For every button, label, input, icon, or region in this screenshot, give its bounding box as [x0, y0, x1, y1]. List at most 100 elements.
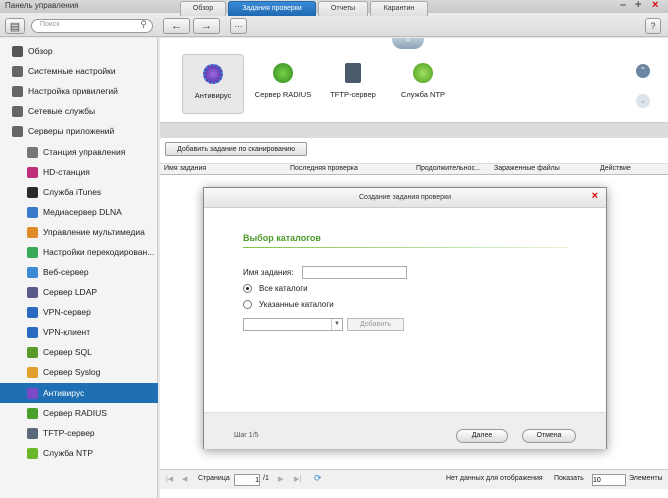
radio-specified-folders[interactable]: [243, 300, 252, 309]
sidebar-item[interactable]: Антивирус: [0, 383, 158, 403]
column-header[interactable]: Действие: [600, 165, 631, 172]
radio-specified-folders-label[interactable]: Указанные каталоги: [259, 300, 334, 309]
apps-grid-button[interactable]: ⋯: [230, 18, 247, 34]
sidebar-item-label: Служба iTunes: [43, 187, 102, 197]
sidebar-item-label: Сервер LDAP: [43, 287, 98, 297]
app-radius[interactable]: Сервер RADIUS: [252, 54, 314, 114]
last-page-icon[interactable]: ▶|: [294, 475, 301, 483]
section-title: Выбор каталогов: [243, 233, 321, 243]
sidebar-item[interactable]: Сервер LDAP: [0, 282, 158, 302]
page-label: Страница: [198, 475, 230, 482]
multimedia-icon: [27, 226, 38, 238]
antivirus-icon: [203, 64, 223, 84]
show-label: Показать: [554, 475, 584, 482]
page-total: /1: [263, 475, 269, 482]
sidebar-item-label: VPN-клиент: [43, 327, 91, 337]
cancel-button[interactable]: Отмена: [522, 429, 576, 443]
sql-icon: [27, 346, 38, 358]
search-placeholder: Поиск: [40, 21, 60, 28]
close-icon[interactable]: ×: [652, 0, 658, 11]
folder-select[interactable]: ▼: [243, 318, 343, 331]
sidebar-item-label: Обзор: [28, 46, 53, 56]
sidebar-item[interactable]: Обзор: [0, 41, 158, 61]
sidebar-item[interactable]: TFTP-сервер: [0, 423, 158, 443]
sidebar-item[interactable]: Настройки перекодирован...: [0, 242, 158, 262]
apps-scroll-down-button[interactable]: ⌄: [636, 94, 650, 108]
radio-all-folders[interactable]: [243, 284, 252, 293]
page-number-input[interactable]: [234, 474, 260, 486]
app-tftp[interactable]: TFTP-сервер: [322, 54, 384, 114]
app-antivirus[interactable]: Антивирус: [182, 54, 244, 114]
sidebar-item[interactable]: Станция управления: [0, 142, 158, 162]
chevron-down-icon: ⌄: [639, 96, 647, 105]
add-scan-job-button[interactable]: Добавить задание по сканированию: [165, 142, 307, 156]
sidebar-item[interactable]: Управление мультимедиа: [0, 222, 158, 242]
sidebar-item[interactable]: VPN-сервер: [0, 302, 158, 322]
sidebar-item[interactable]: Веб-сервер: [0, 262, 158, 282]
sidebar-item[interactable]: Сервер SQL: [0, 342, 158, 362]
column-header[interactable]: Имя задания: [164, 165, 206, 172]
tab-scan-jobs[interactable]: Задания проверки: [228, 1, 316, 16]
sidebar-item-label: Серверы приложений: [28, 126, 115, 136]
next-button[interactable]: Далее: [456, 429, 508, 443]
sidebar-item-label: Сервер SQL: [43, 347, 92, 357]
tab-quarantine[interactable]: Карантин: [370, 1, 428, 16]
menu-button[interactable]: ▤: [5, 18, 25, 34]
back-button[interactable]: ←: [163, 18, 190, 34]
sidebar-item-label: HD-станция: [43, 167, 90, 177]
sidebar-item[interactable]: Серверы приложений: [0, 121, 158, 141]
sidebar-item[interactable]: Сервер Syslog: [0, 362, 158, 382]
search-input[interactable]: Поиск ⚲: [31, 19, 153, 33]
sidebar-item-label: Системные настройки: [28, 66, 116, 76]
column-header[interactable]: Продолжительнос...: [416, 165, 481, 172]
sidebar-item[interactable]: Служба iTunes: [0, 182, 158, 202]
maximize-icon[interactable]: +: [635, 0, 641, 11]
app-ntp[interactable]: Служба NTP: [392, 54, 454, 114]
first-page-icon[interactable]: |◀: [166, 475, 173, 483]
sidebar-item-label: Сервер RADIUS: [43, 408, 107, 418]
column-header[interactable]: Последняя проверка: [290, 165, 358, 172]
refresh-icon[interactable]: ⟳: [314, 473, 322, 484]
collapse-toggle[interactable]: ⌃: [392, 38, 424, 49]
forward-button[interactable]: →: [193, 18, 220, 34]
prev-page-icon[interactable]: ◀: [182, 475, 187, 483]
sidebar-item[interactable]: Сетевые службы: [0, 101, 158, 121]
sidebar-item[interactable]: Системные настройки: [0, 61, 158, 81]
sidebar-item-label: Сервер Syslog: [43, 367, 101, 377]
page-size-select[interactable]: [592, 474, 626, 486]
sidebar-item[interactable]: Настройка привилегий: [0, 81, 158, 101]
job-name-input[interactable]: [302, 266, 407, 279]
minimize-icon[interactable]: –: [620, 0, 626, 11]
tab-reports[interactable]: Отчеты: [318, 1, 368, 16]
sidebar-item-label: Антивирус: [43, 388, 85, 398]
sidebar-item[interactable]: HD-станция: [0, 162, 158, 182]
items-label: Элементы: [629, 475, 663, 482]
radio-all-folders-label[interactable]: Все каталоги: [259, 284, 308, 293]
help-button[interactable]: ?: [645, 18, 661, 34]
radius-icon: [273, 63, 293, 83]
apps-scroll-up-button[interactable]: ⌃: [636, 64, 650, 78]
sidebar-item[interactable]: Сервер RADIUS: [0, 403, 158, 423]
column-header[interactable]: Зараженные файлы: [494, 165, 560, 172]
close-icon[interactable]: ×: [592, 190, 598, 202]
sidebar-item[interactable]: Медиасервер DLNA: [0, 202, 158, 222]
tab-overview[interactable]: Обзор: [180, 1, 226, 16]
app-label: Служба NTP: [400, 90, 446, 99]
vpn-client-icon: [27, 326, 38, 338]
add-folder-button[interactable]: Добавить: [347, 318, 404, 331]
section-divider: [243, 247, 568, 248]
arrow-right-icon: →: [201, 20, 212, 32]
web-server-icon: [27, 266, 38, 278]
hd-station-icon: [27, 166, 38, 178]
user-icon: [12, 85, 23, 97]
sidebar-item[interactable]: Служба NTP: [0, 443, 158, 463]
sidebar-item-label: Медиасервер DLNA: [43, 207, 122, 217]
next-page-icon[interactable]: ▶: [278, 475, 283, 483]
dialog-title: Создание задания проверки: [358, 194, 452, 201]
app-label: Антивирус: [194, 91, 232, 100]
search-icon: ⚲: [140, 19, 147, 29]
step-indicator: Шаг 1/5: [234, 432, 259, 439]
itunes-icon: [27, 186, 38, 198]
ntp-icon: [27, 447, 38, 459]
sidebar-item[interactable]: VPN-клиент: [0, 322, 158, 342]
